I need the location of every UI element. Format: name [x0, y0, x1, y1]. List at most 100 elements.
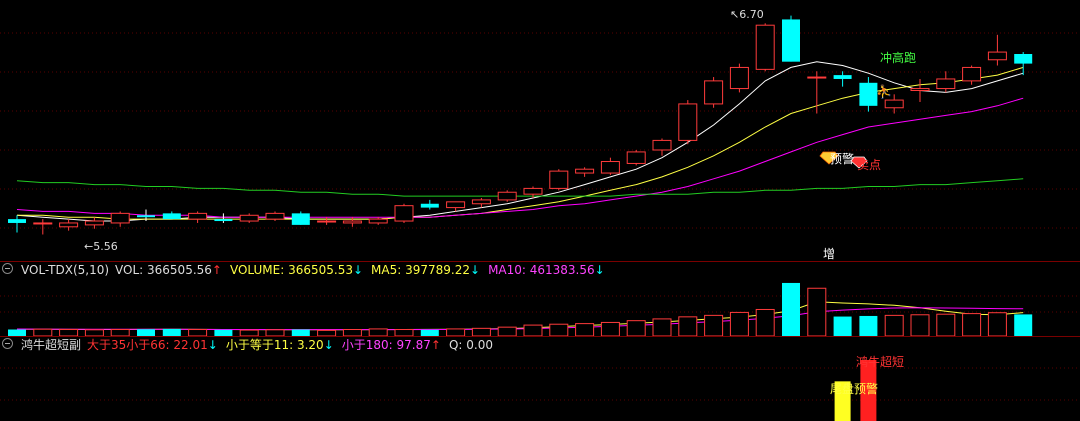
ma10-value: MA10: 461383.56	[488, 263, 595, 277]
candle-body-up	[962, 66, 982, 82]
candle[interactable]	[833, 71, 852, 87]
ma5-arrow-icon: ↓	[470, 263, 481, 277]
candle-body-down	[162, 213, 181, 220]
candle[interactable]	[497, 190, 517, 202]
candle[interactable]	[704, 77, 724, 108]
volume-bar-up	[549, 323, 569, 337]
candle[interactable]	[291, 211, 310, 225]
candle-body-up	[755, 24, 775, 70]
candle-body-up	[33, 222, 53, 225]
ma-line-green	[16, 178, 1024, 197]
candle[interactable]	[239, 213, 259, 223]
low-price-label: ←5.56	[84, 240, 118, 253]
candle-body-up	[910, 88, 930, 91]
candle-body-up	[936, 78, 956, 90]
runner-icon: ⛹	[876, 83, 892, 100]
candle-body-down	[833, 75, 852, 79]
candle[interactable]	[626, 150, 646, 166]
candle[interactable]	[214, 213, 233, 223]
volume-bar-up	[987, 312, 1007, 337]
candle[interactable]	[729, 63, 749, 93]
volume-bar-up	[446, 328, 466, 337]
signal-add-label: 增	[823, 247, 835, 261]
candle-body-up	[729, 66, 749, 90]
candle[interactable]	[936, 71, 956, 93]
price-volume-chart: ↖6.70 ←5.56 冲高跑 ⛹ 预警 卖点 增 尾盘预警 鸿牛超短	[0, 8, 1080, 421]
candle[interactable]	[600, 157, 620, 175]
volume-legend: VOL-TDX(5,10) VOL: 366505.56 ↑ VOLUME: 3…	[0, 262, 613, 278]
candle[interactable]	[33, 219, 53, 235]
low-arrow: ←	[84, 240, 93, 253]
volume-bar-up	[471, 327, 491, 337]
candle-body-up	[704, 80, 724, 105]
ma10-arrow-icon: ↓	[594, 263, 605, 277]
volume-bar-down	[137, 329, 155, 336]
volume-bar-up	[575, 323, 595, 337]
candle[interactable]	[471, 198, 491, 208]
candle[interactable]	[987, 34, 1007, 66]
high-price-value: 6.70	[739, 8, 764, 21]
candle-body-up	[523, 187, 543, 195]
candle-body-down	[1014, 54, 1033, 64]
g35-arrow-icon: ↓	[207, 338, 218, 352]
candle-body-up	[342, 220, 362, 224]
candle[interactable]	[59, 219, 79, 231]
candle-body-up	[497, 191, 517, 201]
volume-bar-up	[33, 328, 53, 337]
volume-panel-toggle-icon[interactable]	[2, 263, 13, 274]
lt180-arrow-icon: ↑	[430, 338, 441, 352]
candle[interactable]	[652, 138, 672, 156]
candle[interactable]	[420, 199, 439, 210]
candle[interactable]	[265, 211, 285, 222]
candle-body-up	[446, 201, 466, 209]
candle[interactable]	[188, 211, 208, 223]
volume-bar-up	[368, 328, 388, 337]
volume-value: VOLUME: 366505.53	[229, 263, 353, 277]
candle[interactable]	[8, 215, 26, 233]
volume-indicator-name[interactable]: VOL-TDX(5,10)	[21, 262, 109, 278]
candle-body-up	[265, 212, 285, 220]
candle[interactable]	[84, 217, 104, 229]
candle-body-up	[188, 212, 208, 220]
candle-body-up	[626, 151, 646, 164]
indicator-legend: 鸿牛超短副 大于35小于66: 22.01 ↓ 小于等于11: 3.20 ↓ 小…	[0, 337, 501, 353]
volume-bar-up	[936, 313, 956, 337]
volume-arrow-icon: ↓	[352, 263, 364, 277]
indicator-panel-toggle-icon[interactable]	[2, 338, 13, 349]
volume-bar-up	[755, 308, 775, 337]
candle[interactable]	[317, 217, 337, 225]
volume-bar-up	[652, 318, 672, 337]
candle[interactable]	[755, 23, 775, 72]
le11-value: 小于等于11: 3.20	[225, 338, 324, 352]
candle-body-down	[291, 213, 310, 225]
lt180-value: 小于180: 97.87	[341, 338, 431, 352]
candle-body-down	[859, 82, 878, 106]
signal-warn-label: 预警	[830, 151, 854, 166]
high-price-label: ↖6.70	[730, 8, 764, 21]
volume-bar-up	[704, 314, 724, 337]
candle[interactable]	[859, 77, 878, 112]
candle-body-up	[807, 76, 827, 79]
high-arrow: ↖	[730, 8, 739, 21]
candle-body-down	[8, 219, 26, 223]
volume-bar-up	[962, 313, 982, 337]
candle[interactable]	[782, 15, 800, 62]
volume-bar-up	[626, 320, 646, 337]
candle-body-up	[84, 220, 104, 226]
indicator-name[interactable]: 鸿牛超短副	[21, 337, 81, 353]
candle-body-up	[368, 218, 388, 224]
volume-bar-up	[910, 314, 930, 337]
candle[interactable]	[549, 169, 569, 191]
candle[interactable]	[110, 211, 130, 227]
volume-bar-down	[833, 316, 852, 336]
candle-body-down	[214, 219, 233, 222]
volume-bar-down	[782, 282, 800, 336]
candle[interactable]	[575, 167, 595, 177]
candle[interactable]	[162, 211, 181, 220]
candle[interactable]	[678, 100, 698, 145]
candle-body-up	[59, 222, 79, 228]
candle[interactable]	[910, 78, 930, 102]
ma5-value: MA5: 397789.22	[371, 263, 470, 277]
candle[interactable]	[394, 203, 414, 223]
candle[interactable]	[962, 65, 982, 85]
